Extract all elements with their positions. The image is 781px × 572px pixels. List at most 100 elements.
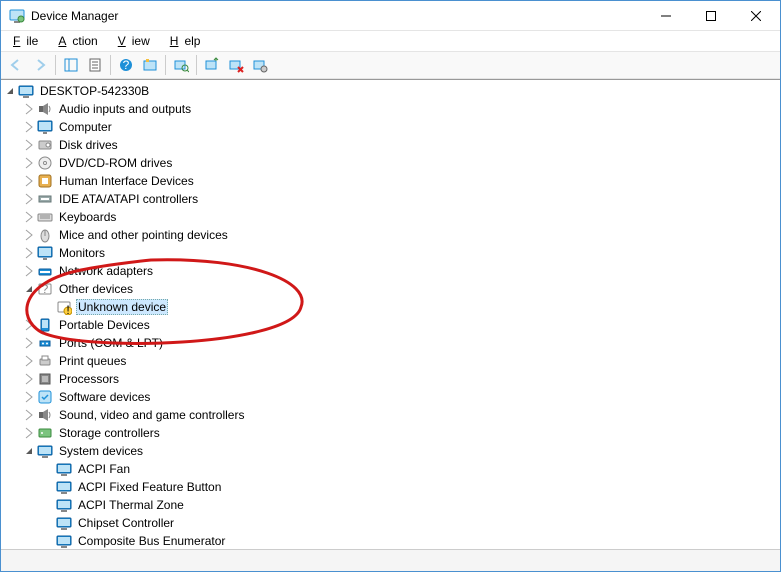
- expand-arrow-icon[interactable]: [22, 102, 36, 116]
- tree-category[interactable]: Other devices: [3, 280, 780, 298]
- tree-device[interactable]: Composite Bus Enumerator: [3, 532, 780, 549]
- help-button[interactable]: ?: [115, 54, 137, 76]
- tree-label[interactable]: Mice and other pointing devices: [57, 228, 230, 242]
- scan-button[interactable]: [170, 54, 192, 76]
- tree-label[interactable]: Other devices: [57, 282, 135, 296]
- expand-arrow-icon[interactable]: [22, 408, 36, 422]
- tree-label[interactable]: Ports (COM & LPT): [57, 336, 165, 350]
- expand-arrow-icon[interactable]: [22, 354, 36, 368]
- tree-label[interactable]: Print queues: [57, 354, 128, 368]
- tree-label[interactable]: IDE ATA/ATAPI controllers: [57, 192, 200, 206]
- tree-label[interactable]: Composite Bus Enumerator: [76, 534, 227, 548]
- expand-arrow-icon[interactable]: [22, 336, 36, 350]
- properties-button[interactable]: [84, 54, 106, 76]
- uninstall-button[interactable]: [225, 54, 247, 76]
- tree-category[interactable]: Monitors: [3, 244, 780, 262]
- monitor-icon: [37, 245, 53, 261]
- tree-label[interactable]: Keyboards: [57, 210, 118, 224]
- tree-category[interactable]: Computer: [3, 118, 780, 136]
- tree-category[interactable]: System devices: [3, 442, 780, 460]
- tree-root[interactable]: DESKTOP-542330B: [3, 82, 780, 100]
- processor-icon: [37, 371, 53, 387]
- tree-category[interactable]: Storage controllers: [3, 424, 780, 442]
- tree-device[interactable]: Chipset Controller: [3, 514, 780, 532]
- tree-category[interactable]: Human Interface Devices: [3, 172, 780, 190]
- tree-label[interactable]: Sound, video and game controllers: [57, 408, 246, 422]
- tree-category[interactable]: Disk drives: [3, 136, 780, 154]
- tree-category[interactable]: Audio inputs and outputs: [3, 100, 780, 118]
- menu-file[interactable]: File: [7, 33, 50, 49]
- device-tree[interactable]: DESKTOP-542330B Audio inputs and outputs C…: [1, 80, 780, 549]
- tree-label[interactable]: ACPI Fan: [76, 462, 132, 476]
- hid-icon: [37, 173, 53, 189]
- tree-label[interactable]: Chipset Controller: [76, 516, 176, 530]
- computer-icon: [18, 83, 34, 99]
- close-button[interactable]: [733, 1, 778, 30]
- minimize-button[interactable]: [643, 1, 688, 30]
- collapse-arrow-icon[interactable]: [3, 84, 17, 98]
- maximize-button[interactable]: [688, 1, 733, 30]
- tree-device[interactable]: ACPI Fixed Feature Button: [3, 478, 780, 496]
- expand-arrow-icon[interactable]: [22, 138, 36, 152]
- add-legacy-button[interactable]: [249, 54, 271, 76]
- tree-device[interactable]: ACPI Thermal Zone: [3, 496, 780, 514]
- expand-arrow-icon[interactable]: [22, 192, 36, 206]
- tree-device[interactable]: ACPI Fan: [3, 460, 780, 478]
- tree-label[interactable]: Audio inputs and outputs: [57, 102, 193, 116]
- tree-label[interactable]: Portable Devices: [57, 318, 152, 332]
- expand-arrow-icon[interactable]: [22, 228, 36, 242]
- tree-category[interactable]: Portable Devices: [3, 316, 780, 334]
- tree-label[interactable]: DESKTOP-542330B: [38, 84, 151, 98]
- expand-arrow-icon[interactable]: [22, 426, 36, 440]
- collapse-arrow-icon[interactable]: [22, 282, 36, 296]
- tree-label[interactable]: Human Interface Devices: [57, 174, 196, 188]
- menu-action[interactable]: Action: [52, 33, 109, 49]
- expand-arrow-icon[interactable]: [22, 246, 36, 260]
- menu-view[interactable]: View: [112, 33, 162, 49]
- network-icon: [37, 263, 53, 279]
- tree-label[interactable]: Computer: [57, 120, 114, 134]
- expand-arrow-icon[interactable]: [22, 372, 36, 386]
- tree-label[interactable]: Unknown device: [76, 299, 168, 315]
- back-button[interactable]: [5, 54, 27, 76]
- tree-label[interactable]: Monitors: [57, 246, 107, 260]
- tree-device[interactable]: Unknown device: [3, 298, 780, 316]
- forward-button[interactable]: [29, 54, 51, 76]
- tree-label[interactable]: Network adapters: [57, 264, 155, 278]
- expand-arrow-icon[interactable]: [22, 264, 36, 278]
- tree-category[interactable]: Processors: [3, 370, 780, 388]
- tree-label[interactable]: Storage controllers: [57, 426, 162, 440]
- tree-category[interactable]: Software devices: [3, 388, 780, 406]
- system-icon: [37, 443, 53, 459]
- tree-label[interactable]: System devices: [57, 444, 145, 458]
- tree-category[interactable]: IDE ATA/ATAPI controllers: [3, 190, 780, 208]
- tree-label[interactable]: ACPI Fixed Feature Button: [76, 480, 223, 494]
- collapse-arrow-icon[interactable]: [22, 444, 36, 458]
- tree-category[interactable]: Sound, video and game controllers: [3, 406, 780, 424]
- tree-label[interactable]: Software devices: [57, 390, 152, 404]
- tree-category[interactable]: Print queues: [3, 352, 780, 370]
- tree-label[interactable]: DVD/CD-ROM drives: [57, 156, 174, 170]
- system-icon: [56, 533, 72, 549]
- tree-label[interactable]: Disk drives: [57, 138, 120, 152]
- tree-label[interactable]: Processors: [57, 372, 121, 386]
- menu-help[interactable]: Help: [164, 33, 213, 49]
- tree-category[interactable]: Keyboards: [3, 208, 780, 226]
- expand-arrow-icon[interactable]: [22, 174, 36, 188]
- expand-arrow-icon[interactable]: [22, 390, 36, 404]
- console-tree-button[interactable]: [60, 54, 82, 76]
- update-driver-button[interactable]: [201, 54, 223, 76]
- disc-icon: [37, 155, 53, 171]
- expand-arrow-icon[interactable]: [22, 318, 36, 332]
- title-bar: Device Manager: [1, 1, 780, 31]
- tree-label[interactable]: ACPI Thermal Zone: [76, 498, 186, 512]
- expand-arrow-icon[interactable]: [22, 210, 36, 224]
- tree-category[interactable]: DVD/CD-ROM drives: [3, 154, 780, 172]
- tree-category[interactable]: Ports (COM & LPT): [3, 334, 780, 352]
- tree-category[interactable]: Network adapters: [3, 262, 780, 280]
- show-hidden-button[interactable]: [139, 54, 161, 76]
- system-icon: [56, 515, 72, 531]
- expand-arrow-icon[interactable]: [22, 156, 36, 170]
- expand-arrow-icon[interactable]: [22, 120, 36, 134]
- tree-category[interactable]: Mice and other pointing devices: [3, 226, 780, 244]
